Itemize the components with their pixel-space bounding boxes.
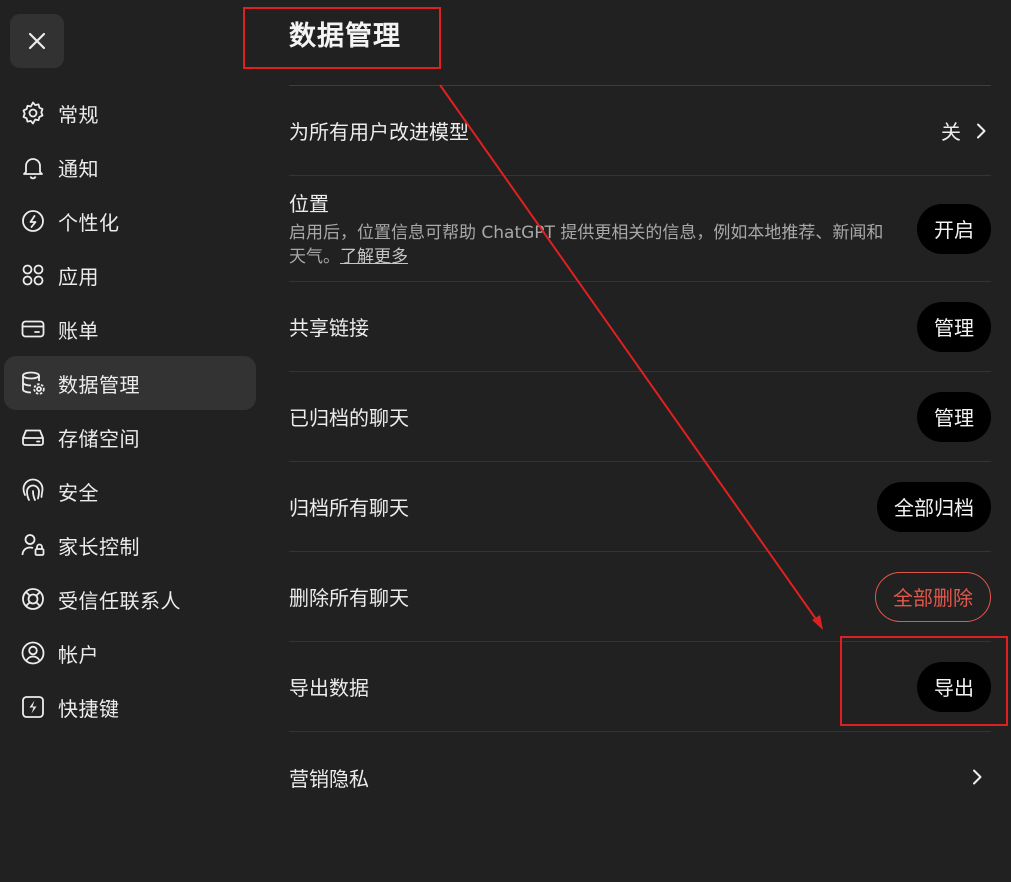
improve-model-toggle[interactable]: 关 bbox=[941, 116, 991, 145]
sidebar-item-billing[interactable]: 账单 bbox=[4, 302, 256, 356]
setting-label: 导出数据 bbox=[289, 676, 369, 700]
annotation-box-export bbox=[840, 636, 1008, 726]
user-circle-icon bbox=[20, 640, 46, 666]
sidebar-item-general[interactable]: 常规 bbox=[4, 86, 256, 140]
apps-grid-icon bbox=[20, 262, 46, 288]
settings-dialog: 常规 通知 个性化 应用 账单 数据管理 存储空间 安全 家长控制 受信任联系人… bbox=[0, 0, 1011, 882]
sidebar-item-notifications[interactable]: 通知 bbox=[4, 140, 256, 194]
setting-label: 已归档的聊天 bbox=[289, 406, 409, 430]
setting-label: 共享链接 bbox=[289, 316, 369, 340]
chevron-right-icon bbox=[973, 769, 982, 785]
sidebar-item-personalization[interactable]: 个性化 bbox=[4, 194, 256, 248]
sidebar-item-storage[interactable]: 存储空间 bbox=[4, 410, 256, 464]
annotation-box-title bbox=[243, 7, 441, 69]
sidebar-item-security[interactable]: 安全 bbox=[4, 464, 256, 518]
chevron-right-icon bbox=[977, 123, 986, 138]
parent-lock-icon bbox=[20, 532, 46, 558]
gear-icon bbox=[20, 100, 46, 126]
sidebar-item-label: 应用 bbox=[58, 264, 99, 289]
archive-all-button[interactable]: 全部归档 bbox=[877, 481, 991, 532]
sidebar-item-label: 账单 bbox=[58, 318, 99, 343]
sidebar-item-data-controls[interactable]: 数据管理 bbox=[4, 356, 256, 410]
lifebuoy-icon bbox=[20, 586, 46, 612]
sidebar-item-label: 受信任联系人 bbox=[58, 588, 181, 613]
setting-row-location: 位置 启用后，位置信息可帮助 ChatGPT 提供更相关的信息，例如本地推荐、新… bbox=[289, 176, 991, 282]
sidebar-item-label: 个性化 bbox=[58, 210, 120, 235]
sidebar-item-label: 数据管理 bbox=[58, 372, 140, 397]
personalization-icon bbox=[20, 208, 46, 234]
enable-location-button[interactable]: 开启 bbox=[917, 203, 991, 254]
sidebar-item-label: 通知 bbox=[58, 156, 99, 181]
sidebar-item-account[interactable]: 帐户 bbox=[4, 626, 256, 680]
bell-icon bbox=[20, 154, 46, 180]
setting-label: 归档所有聊天 bbox=[289, 496, 409, 520]
sidebar-item-label: 快捷键 bbox=[58, 696, 120, 721]
location-text-block: 位置 启用后，位置信息可帮助 ChatGPT 提供更相关的信息，例如本地推荐、新… bbox=[289, 188, 889, 269]
sidebar-item-label: 安全 bbox=[58, 480, 99, 505]
manage-shared-links-button[interactable]: 管理 bbox=[917, 301, 991, 352]
setting-row-delete-all: 删除所有聊天 全部删除 bbox=[289, 552, 991, 642]
database-gear-icon bbox=[20, 370, 46, 396]
setting-row-archived-chats: 已归档的聊天 管理 bbox=[289, 372, 991, 462]
setting-label: 为所有用户改进模型 bbox=[289, 120, 469, 144]
manage-archived-chats-button[interactable]: 管理 bbox=[917, 391, 991, 442]
settings-sidebar: 常规 通知 个性化 应用 账单 数据管理 存储空间 安全 家长控制 受信任联系人… bbox=[4, 86, 256, 734]
sidebar-item-label: 家长控制 bbox=[58, 534, 140, 559]
sidebar-item-trusted-contacts[interactable]: 受信任联系人 bbox=[4, 572, 256, 626]
setting-label: 删除所有聊天 bbox=[289, 586, 409, 610]
delete-all-button[interactable]: 全部删除 bbox=[875, 571, 991, 622]
close-icon bbox=[28, 32, 46, 50]
learn-more-link[interactable]: 了解更多 bbox=[340, 247, 408, 267]
fingerprint-icon bbox=[20, 478, 46, 504]
improve-model-value: 关 bbox=[941, 120, 961, 144]
sidebar-item-label: 帐户 bbox=[58, 642, 99, 667]
close-button[interactable] bbox=[10, 14, 64, 68]
sidebar-item-parental-controls[interactable]: 家长控制 bbox=[4, 518, 256, 572]
setting-description: 启用后，位置信息可帮助 ChatGPT 提供更相关的信息，例如本地推荐、新闻和天… bbox=[289, 221, 889, 269]
setting-label: 位置 bbox=[289, 192, 329, 216]
setting-row-improve-model: 为所有用户改进模型 关 bbox=[289, 86, 991, 176]
setting-row-archive-all: 归档所有聊天 全部归档 bbox=[289, 462, 991, 552]
credit-card-icon bbox=[20, 316, 46, 342]
lightning-key-icon bbox=[20, 694, 46, 720]
setting-row-marketing-privacy[interactable]: 营销隐私 bbox=[289, 732, 991, 822]
sidebar-item-shortcuts[interactable]: 快捷键 bbox=[4, 680, 256, 734]
storage-drive-icon bbox=[20, 424, 46, 450]
sidebar-item-apps[interactable]: 应用 bbox=[4, 248, 256, 302]
sidebar-item-label: 常规 bbox=[58, 102, 99, 127]
sidebar-item-label: 存储空间 bbox=[58, 426, 140, 451]
setting-row-shared-links: 共享链接 管理 bbox=[289, 282, 991, 372]
setting-label: 营销隐私 bbox=[289, 766, 369, 791]
